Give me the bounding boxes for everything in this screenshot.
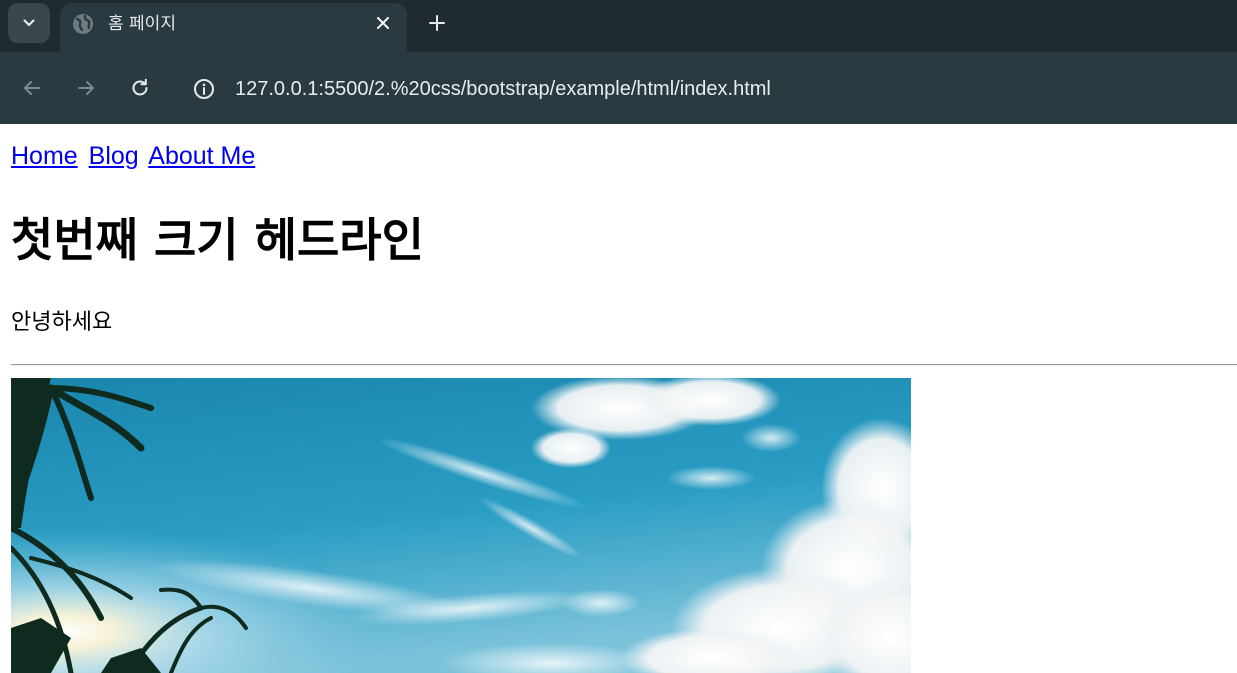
close-icon [377,17,389,29]
browser-toolbar: 127.0.0.1:5500/2.%20css/bootstrap/exampl… [0,52,1237,124]
page-viewport: Home Blog About Me 첫번째 크기 헤드라인 안녕하세요 [0,124,1237,673]
reload-button[interactable] [125,73,155,103]
site-info-button[interactable] [191,76,217,102]
close-tab-button[interactable] [373,13,393,33]
nav-link-about-me[interactable]: About Me [148,142,255,170]
nav-link-home[interactable]: Home [11,142,78,170]
horizontal-rule [11,364,1237,366]
page-heading: 첫번째 크기 헤드라인 [11,213,424,267]
info-icon [194,79,214,99]
tab-search-button[interactable] [8,3,50,43]
plus-icon [429,15,445,31]
active-tab[interactable]: 홈 페이지 [60,3,407,52]
back-button[interactable] [17,73,47,103]
greeting-paragraph: 안녕하세요 [11,310,113,335]
tab-title: 홈 페이지 [108,14,176,34]
tab-strip: 홈 페이지 [0,0,1237,52]
globe-icon [73,14,93,34]
new-tab-button[interactable] [424,10,450,36]
forward-button[interactable] [71,73,101,103]
hero-image [11,378,911,673]
arrow-left-icon [24,81,40,95]
reload-icon [132,78,148,96]
chevron-down-icon [23,19,35,27]
address-bar[interactable]: 127.0.0.1:5500/2.%20css/bootstrap/exampl… [235,76,771,102]
nav-link-blog[interactable]: Blog [89,142,139,170]
site-nav: Home Blog About Me [11,140,259,172]
sky-photo-illustration [11,378,911,673]
arrow-right-icon [78,81,94,95]
